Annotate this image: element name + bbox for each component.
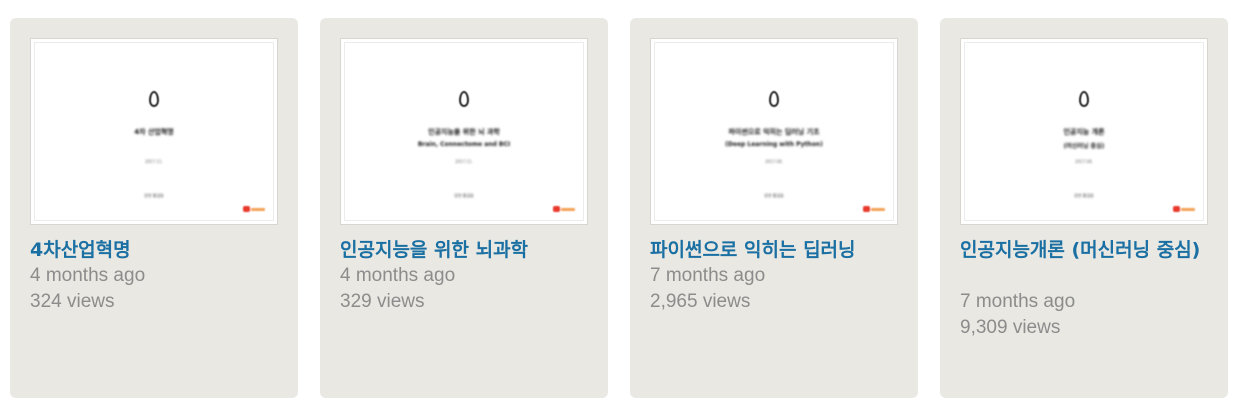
slide-author: 강연 홍길동 (144, 193, 164, 198)
upload-age: 4 months ago (30, 265, 146, 286)
presentation-title-link[interactable]: 4차산업혁명 (30, 237, 282, 263)
slide-preview: 인공지능을 위한 뇌 과학 Brain, Connectome and BCI … (344, 42, 584, 221)
slide-thumbnail[interactable]: 4차 산업혁명 2017.11. 강연 홍길동 (30, 38, 278, 225)
drop-logo-icon (459, 91, 469, 107)
company-logo-icon (553, 206, 575, 212)
slide-date: 2017.11. (455, 159, 473, 164)
slide-author: 강연 홍길동 (764, 193, 784, 198)
slide-title: 4차 산업혁명 (134, 128, 174, 136)
upload-age: 7 months ago (650, 265, 766, 286)
slide-subtitle: (머신러닝 중심) (1063, 143, 1105, 150)
slide-author: 강연 홍길동 (454, 193, 474, 198)
slide-title: 인공지능 개론 (1063, 128, 1105, 136)
company-logo-icon (1173, 206, 1195, 212)
slide-date: 2017.08. (1075, 159, 1093, 164)
upload-age: 4 months ago (340, 265, 456, 286)
view-count: 324 views (30, 291, 115, 312)
slide-title: 파이썬으로 익히는 딥러닝 기초 (728, 128, 820, 136)
slide-preview: 인공지능 개론 (머신러닝 중심) 2017.08. 강연 홍길동 (964, 42, 1204, 221)
slide-preview: 4차 산업혁명 2017.11. 강연 홍길동 (34, 42, 274, 221)
slide-title: 인공지능을 위한 뇌 과학 (428, 128, 500, 136)
upload-age: 7 months ago (960, 291, 1076, 312)
presentation-title-link[interactable]: 인공지능을 위한 뇌과학 (340, 237, 592, 263)
company-logo-icon (243, 206, 265, 212)
drop-logo-icon (149, 91, 159, 107)
slide-thumbnail[interactable]: 인공지능을 위한 뇌 과학 Brain, Connectome and BCI … (340, 38, 588, 225)
slide-subtitle: Brain, Connectome and BCI (417, 141, 511, 148)
slide-subtitle: (Deep Learning with Python) (725, 141, 823, 148)
drop-logo-icon (769, 91, 779, 107)
slide-thumbnail[interactable]: 인공지능 개론 (머신러닝 중심) 2017.08. 강연 홍길동 (960, 38, 1208, 225)
presentation-title-link[interactable]: 인공지능개론 (머신러닝 중심) (960, 237, 1212, 263)
presentation-card[interactable]: 파이썬으로 익히는 딥러닝 기초 (Deep Learning with Pyt… (630, 18, 918, 398)
presentation-card[interactable]: 4차 산업혁명 2017.11. 강연 홍길동 4차산업혁명 4 months … (10, 18, 298, 398)
presentation-card[interactable]: 인공지능을 위한 뇌 과학 Brain, Connectome and BCI … (320, 18, 608, 398)
company-logo-icon (863, 206, 885, 212)
presentation-grid: 4차 산업혁명 2017.11. 강연 홍길동 4차산업혁명 4 months … (0, 0, 1260, 414)
slide-preview: 파이썬으로 익히는 딥러닝 기초 (Deep Learning with Pyt… (654, 42, 894, 221)
view-count: 9,309 views (960, 317, 1061, 338)
slide-author: 강연 홍길동 (1074, 193, 1094, 198)
view-count: 2,965 views (650, 291, 751, 312)
presentation-card[interactable]: 인공지능 개론 (머신러닝 중심) 2017.08. 강연 홍길동 인공지능개론… (940, 18, 1228, 398)
drop-logo-icon (1079, 91, 1089, 107)
presentation-title-link[interactable]: 파이썬으로 익히는 딥러닝 (650, 237, 902, 263)
slide-date: 2017.08. (765, 159, 783, 164)
slide-thumbnail[interactable]: 파이썬으로 익히는 딥러닝 기초 (Deep Learning with Pyt… (650, 38, 898, 225)
slide-date: 2017.11. (145, 159, 163, 164)
view-count: 329 views (340, 291, 425, 312)
